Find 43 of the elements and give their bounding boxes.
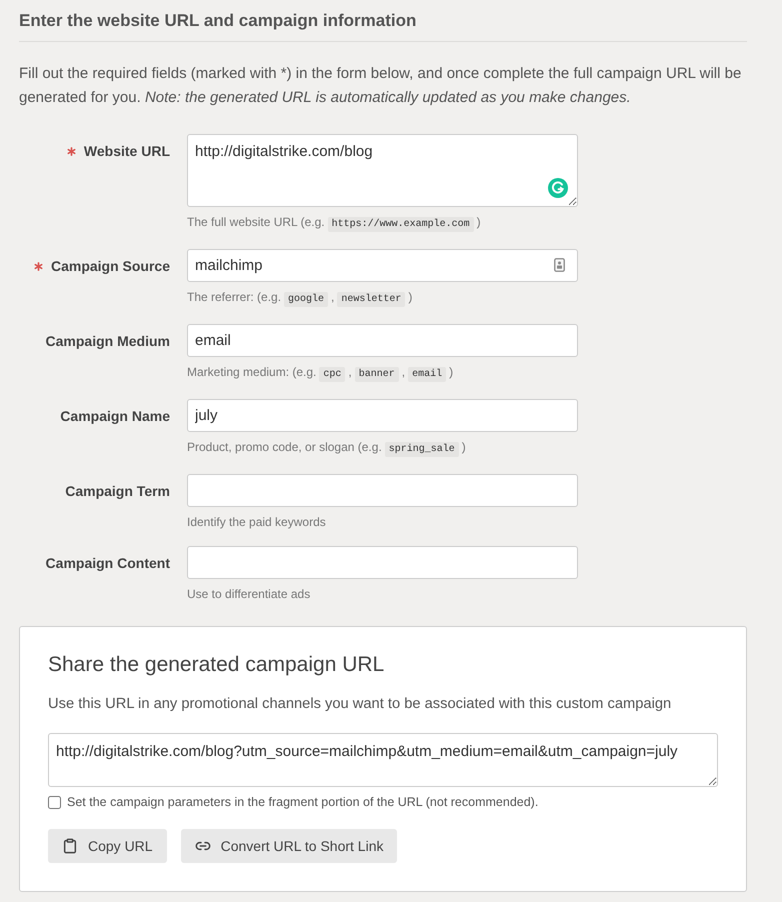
field-label: Website URL [84,142,170,161]
code-sample: google [284,292,328,307]
help-text: ) [462,440,466,454]
help-text: Product, promo code, or slogan (e.g. [187,440,382,454]
field-label: Campaign Name [60,407,170,426]
field-label: Campaign Medium [46,332,170,351]
checkbox-label: Set the campaign parameters in the fragment portion of the URL (not recommended). [67,794,538,811]
field-label: Campaign Source [50,257,170,276]
text-field[interactable]: email [187,324,578,357]
card-description: Use this URL in any promotional channels you want to be associated with this custom campaign [48,695,672,714]
help-text: ) [449,365,454,379]
help-text: , [348,365,352,379]
code-sample: newsletter [337,292,406,307]
code-sample: cpc [319,367,346,382]
generated-url-field[interactable]: http://digitalstrike.com/blog?utm_source=mailchimp&utm_medium=email&utm_campaign=july [48,733,718,787]
text-field[interactable]: mailchimp [187,249,578,282]
website-url-field[interactable]: http://digitalstrike.com/blog [187,134,578,207]
code-sample: https://www.example.com [328,217,474,232]
section-heading: Enter the website URL and campaign information [19,10,418,32]
code-sample: banner [354,367,399,382]
help-text: Identify the paid keywords [187,515,326,529]
code-sample: email [408,367,446,382]
clipboard-icon [62,838,78,854]
text-field[interactable] [187,474,578,507]
text-field[interactable]: july [187,399,578,432]
help-text: The referrer: (e.g. [187,290,282,304]
fragment-checkbox[interactable] [48,796,61,808]
text-field[interactable] [187,546,578,579]
contact-card-icon [554,258,565,272]
action-button[interactable]: Convert URL to Short Link [180,829,398,863]
help-text: ) [408,290,412,304]
action-button[interactable]: Copy URL [48,829,167,863]
help-text: Use to differentiate ads [187,587,310,601]
field-label: Campaign Content [46,554,170,573]
help-text: The full website URL (e.g. [187,215,325,229]
field-label: Campaign Term [65,482,170,501]
code-sample: spring_sale [384,442,459,457]
card-title: Share the generated campaign URL [48,652,386,678]
help-text: , [402,365,406,379]
intro-text: Fill out the required fields (marked with *) in the form below, and once complete the full campaign URL will be generated for you. Note: the generated URL is automatically updated as you make changes. [19,64,742,108]
help-text: Marketing medium: (e.g. [187,365,316,379]
help-text: ) [476,215,481,229]
help-text: , [331,290,334,304]
